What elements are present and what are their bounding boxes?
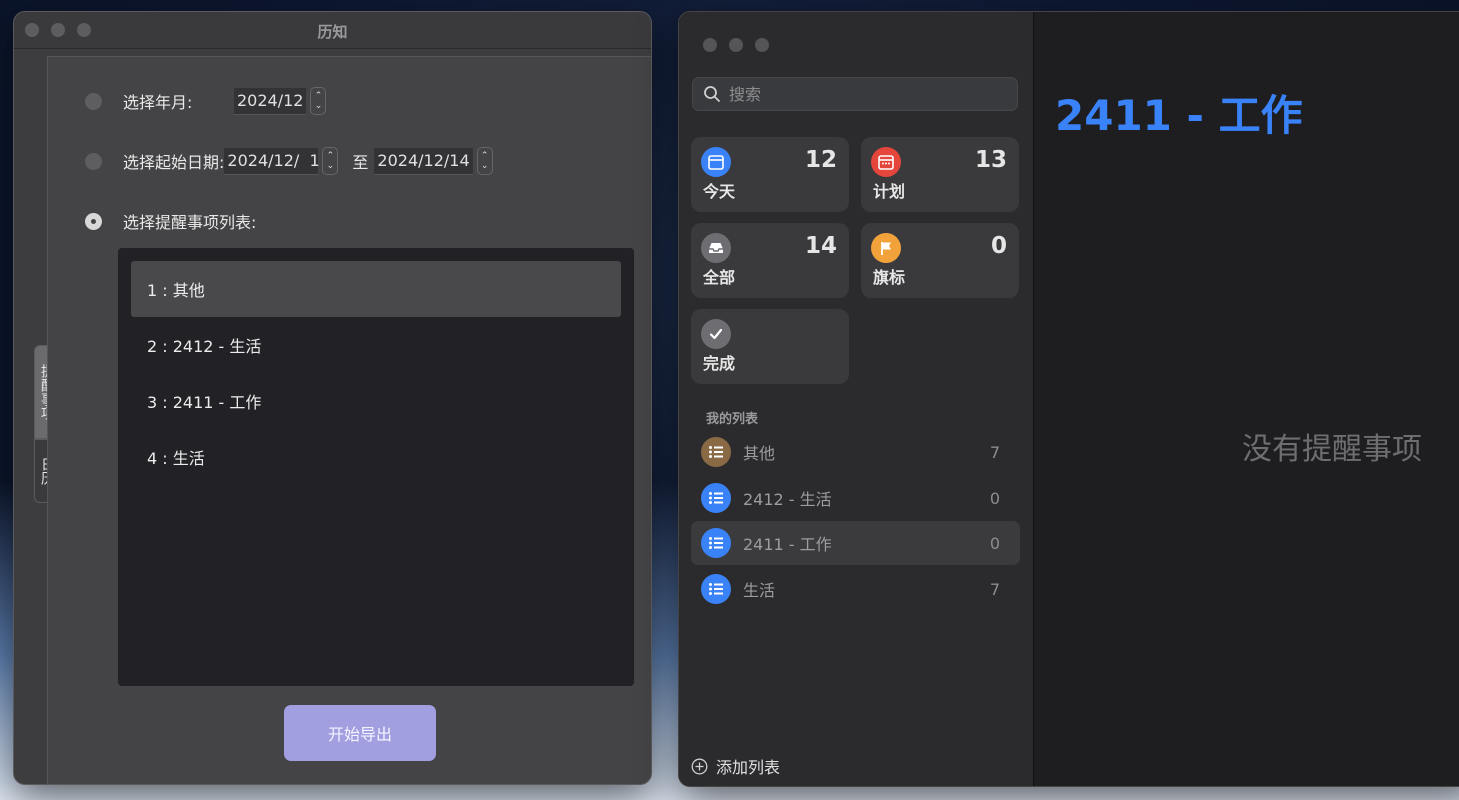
smart-list-count: 0 <box>990 233 1007 259</box>
list-item[interactable]: 3 : 2411 - 工作 <box>131 373 621 429</box>
date-separator: 至 <box>352 153 369 172</box>
smart-list-count: 14 <box>804 233 837 259</box>
start-date-stepper[interactable]: ⌃ ⌄ <box>322 147 339 175</box>
reminder-lists-label: 选择提醒事项列表: <box>123 213 257 232</box>
smart-list-label: 今天 <box>703 182 736 201</box>
my-list-count: 0 <box>989 533 1000 553</box>
search-input[interactable] <box>727 83 1017 105</box>
smart-list-count: 13 <box>974 147 1007 173</box>
smart-list-label: 完成 <box>703 354 736 373</box>
year-month-radio[interactable] <box>85 92 102 110</box>
reminder-list-picker: 1 : 其他 2 : 2412 - 生活 3 : 2411 - 工作 4 : 生… <box>118 248 634 686</box>
start-date-field[interactable]: 2024/12/ 1 <box>224 147 320 175</box>
smart-list-label: 计划 <box>873 182 906 201</box>
my-list-item[interactable]: 2411 - 工作 0 <box>691 521 1020 565</box>
date-range-row: 选择起始日期: 2024/12/ 1 ⌃ ⌄ 至 2024/12/14 ⌃ ⌄ <box>85 147 493 175</box>
reminders-main: 2411 - 工作 没有提醒事项 <box>1034 12 1459 786</box>
zoom-window-button[interactable] <box>755 38 769 52</box>
stepper-down-icon: ⌄ <box>314 101 323 111</box>
checkmark-icon <box>701 319 731 349</box>
list-title: 2411 - 工作 <box>1055 91 1303 140</box>
flag-icon <box>871 233 901 263</box>
stepper-up-icon: ⌃ <box>314 91 323 101</box>
my-list-item[interactable]: 生活 7 <box>691 567 1020 611</box>
list-bullet-icon <box>701 528 731 558</box>
year-month-row: 选择年月: 2024/12 ⌃ ⌄ <box>85 87 327 115</box>
list-item[interactable]: 1 : 其他 <box>131 261 621 317</box>
my-list-name: 2412 - 生活 <box>743 490 832 509</box>
calendar-icon <box>871 147 901 177</box>
reminder-lists-radio[interactable] <box>85 212 102 230</box>
my-list-count: 7 <box>989 442 1000 462</box>
plus-circle-icon <box>691 758 708 774</box>
date-range-radio[interactable] <box>85 152 102 170</box>
reminder-lists-row: 选择提醒事项列表: <box>85 209 256 233</box>
traffic-lights <box>703 38 769 52</box>
end-date-field[interactable]: 2024/12/14 <box>374 147 473 175</box>
smart-list-completed[interactable]: 完成 <box>691 309 849 384</box>
year-month-field[interactable]: 2024/12 <box>234 87 307 115</box>
list-bullet-icon <box>701 437 731 467</box>
reminders-sidebar: 12 今天 13 计划 14 全部 0 旗标 <box>679 12 1034 786</box>
reminders-window: 12 今天 13 计划 14 全部 0 旗标 <box>679 12 1459 786</box>
search-field[interactable] <box>692 77 1018 111</box>
end-date-stepper[interactable]: ⌃ ⌄ <box>476 147 493 175</box>
title-bar: 历知 <box>14 12 651 49</box>
tray-icon <box>701 233 731 263</box>
list-bullet-icon <box>701 574 731 604</box>
smart-list-count: 12 <box>804 147 837 173</box>
stepper-up-icon: ⌃ <box>480 151 489 161</box>
year-month-label: 选择年月: <box>123 93 193 112</box>
my-list-item[interactable]: 2412 - 生活 0 <box>691 476 1020 520</box>
close-window-button[interactable] <box>703 38 717 52</box>
list-item[interactable]: 4 : 生活 <box>131 429 621 485</box>
export-app-window: 历知 提醒事项 日历 选择年月: 2024/12 ⌃⌄ 选择起始日期: 2024… <box>14 12 651 784</box>
export-button[interactable]: 开始导出 <box>284 705 436 761</box>
smart-list-flagged[interactable]: 0 旗标 <box>861 223 1019 298</box>
smart-list-label: 旗标 <box>873 268 906 287</box>
my-list-count: 7 <box>989 579 1000 599</box>
smart-list-all[interactable]: 14 全部 <box>691 223 849 298</box>
window-title: 历知 <box>317 23 348 41</box>
year-month-stepper[interactable]: ⌃ ⌄ <box>310 87 327 115</box>
calendar-today-icon <box>701 147 731 177</box>
date-range-label: 选择起始日期: <box>123 153 225 172</box>
list-bullet-icon <box>701 483 731 513</box>
add-list-label: 添加列表 <box>716 758 781 777</box>
my-list-name: 生活 <box>743 581 776 600</box>
my-lists-heading: 我的列表 <box>706 412 759 427</box>
stepper-down-icon: ⌄ <box>326 161 335 171</box>
my-list-count: 0 <box>989 488 1000 508</box>
minimize-window-button[interactable] <box>729 38 743 52</box>
smart-list-today[interactable]: 12 今天 <box>691 137 849 212</box>
smart-list-label: 全部 <box>703 268 736 287</box>
search-icon <box>704 86 720 102</box>
list-item[interactable]: 2 : 2412 - 生活 <box>131 317 621 373</box>
stepper-down-icon: ⌄ <box>480 161 489 171</box>
empty-state-message: 没有提醒事项 <box>1242 432 1422 467</box>
add-list-button[interactable]: 添加列表 <box>691 754 780 778</box>
my-list-name: 2411 - 工作 <box>743 535 832 554</box>
my-list-item[interactable]: 其他 7 <box>691 430 1020 474</box>
stepper-up-icon: ⌃ <box>326 151 335 161</box>
my-list-name: 其他 <box>743 444 776 463</box>
smart-list-scheduled[interactable]: 13 计划 <box>861 137 1019 212</box>
